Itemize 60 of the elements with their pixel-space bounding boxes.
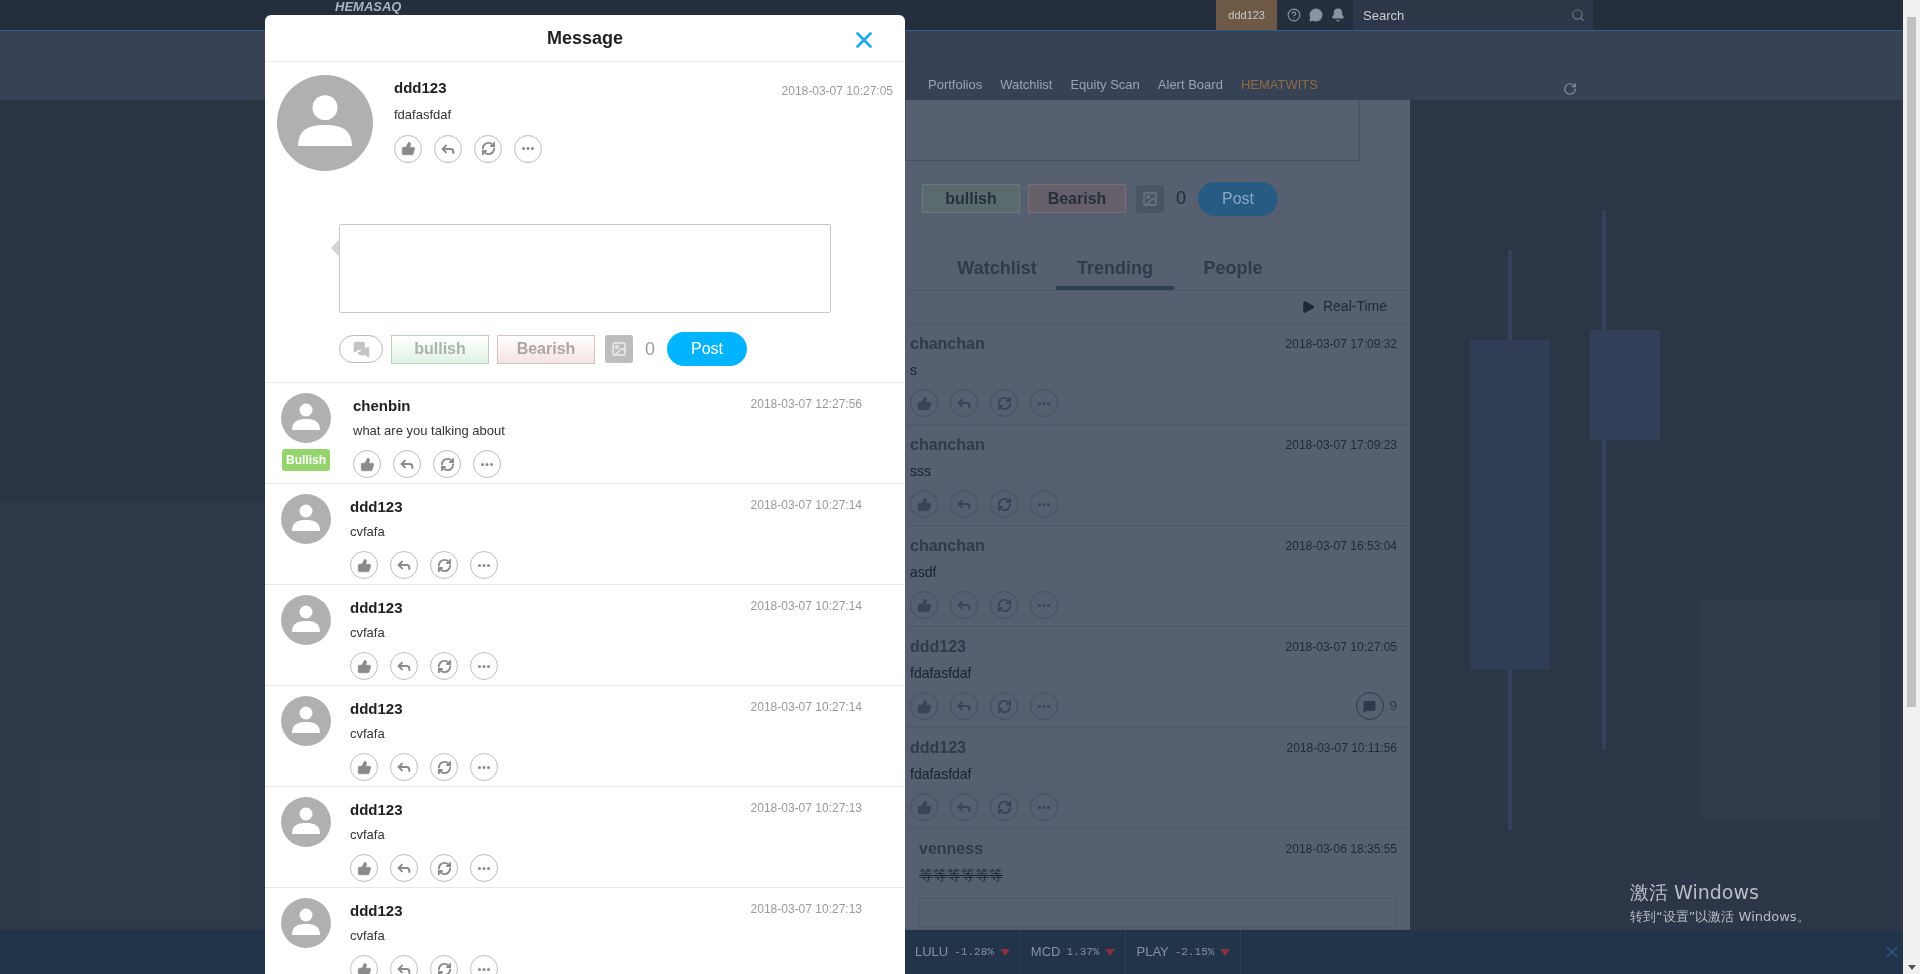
ticker-change: -1.28% [954, 944, 994, 960]
reply-timestamp: 2018-03-07 12:27:56 [750, 396, 862, 413]
sentiment-tag: Bullish [282, 449, 330, 471]
reply-text: cvfafa [350, 724, 386, 743]
reply-timestamp: 2018-03-07 10:27:14 [750, 699, 862, 716]
reply-timestamp: 2018-03-07 10:27:14 [750, 497, 862, 514]
ticker-symbol[interactable]: PLAY [1136, 942, 1169, 962]
feed-text: s [910, 361, 918, 380]
post-text: fdafasfdaf [394, 106, 453, 124]
reply-text: what are you talking about [353, 421, 506, 440]
bullish-button[interactable]: bullish [922, 184, 1020, 214]
bearish-button[interactable]: Bearish [1028, 184, 1126, 214]
feed-text: sss [910, 462, 932, 481]
nav-link[interactable]: Alert Board [1157, 74, 1223, 94]
feed-timestamp: 2018-03-07 17:09:23 [1285, 437, 1397, 454]
nav-link[interactable]: Portfolios [928, 74, 983, 94]
activation-title: 激活 Windows [1630, 880, 1760, 905]
reply-timestamp: 2018-03-07 10:27:13 [750, 901, 862, 918]
reply-username[interactable]: ddd123 [350, 799, 403, 822]
feed-text: asdf [910, 563, 938, 582]
logo: HEMASAQ [335, 0, 402, 14]
nav-link[interactable]: HEMATWITS [1240, 74, 1318, 94]
ticker-symbol[interactable]: MCD [1030, 942, 1061, 962]
activation-text: 转到“设置”以激活 Windows。 [1630, 907, 1810, 926]
feed-timestamp: 2018-03-06 18:35:55 [1285, 841, 1397, 858]
reply-timestamp: 2018-03-07 10:27:13 [750, 800, 862, 817]
search-field[interactable]: Search [1353, 0, 1593, 30]
feed-timestamp: 2018-03-07 10:27:05 [1285, 639, 1397, 656]
ticker-change: -2.15% [1174, 944, 1215, 960]
reply-username[interactable]: ddd123 [350, 597, 403, 620]
feed-text: 等等等等等等 [919, 866, 1004, 885]
reply-timestamp: 2018-03-07 10:27:14 [750, 598, 862, 615]
post-timestamp: 2018-03-07 10:27:05 [781, 83, 893, 100]
realtime-toggle[interactable]: Real-Time [1300, 296, 1387, 318]
feed-text: fdafasfdaf [910, 765, 973, 784]
reply-text: cvfafa [350, 522, 386, 541]
post-username[interactable]: ddd123 [394, 77, 447, 100]
feed-timestamp: 2018-03-07 16:53:04 [1285, 538, 1397, 555]
reply-text: cvfafa [350, 623, 386, 642]
reply-text: cvfafa [350, 926, 386, 945]
feed-timestamp: 2018-03-07 10:11:56 [1286, 740, 1397, 757]
post-button[interactable]: Post [667, 332, 747, 366]
post-button[interactable]: Post [1198, 181, 1278, 216]
reply-text: cvfafa [350, 825, 386, 844]
nav-link[interactable]: Equity Scan [1070, 74, 1140, 94]
reply-username[interactable]: chenbin [353, 395, 411, 418]
dialog-title: Message [546, 26, 623, 50]
reply-username[interactable]: ddd123 [350, 900, 403, 923]
nav-link[interactable]: Watchlist [1000, 74, 1053, 94]
reply-username[interactable]: ddd123 [350, 496, 403, 519]
image-count: 0 [645, 337, 655, 361]
bearish-button[interactable]: Bearish [497, 334, 595, 364]
feed-timestamp: 2018-03-07 17:09:32 [1285, 336, 1397, 353]
feed-text: fdafasfdaf [910, 664, 973, 683]
ticker-symbol[interactable]: LULU [915, 942, 949, 962]
image-count: 0 [1176, 187, 1186, 211]
reply-username[interactable]: ddd123 [350, 698, 403, 721]
user-button[interactable]: ddd123 [1216, 0, 1277, 30]
bullish-button[interactable]: bullish [391, 334, 489, 364]
ticker-change: 1.37% [1066, 944, 1100, 960]
